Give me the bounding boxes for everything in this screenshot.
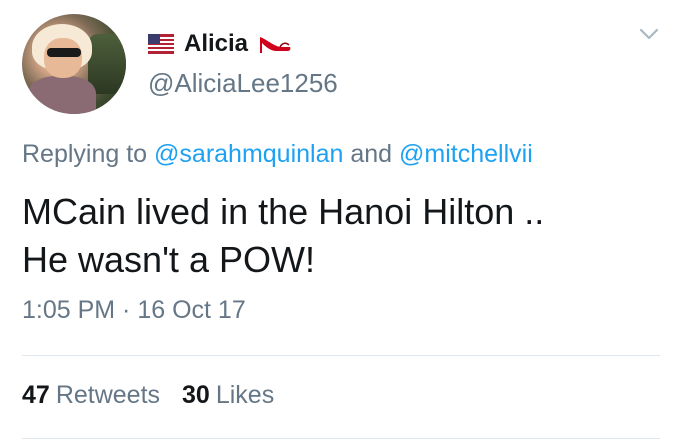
tweet-timestamp[interactable]: 1:05 PM · 16 Oct 17 <box>22 296 246 325</box>
avatar-sunglasses <box>47 48 81 57</box>
high-heel-icon <box>260 37 291 53</box>
avatar-shirt <box>28 76 96 114</box>
retweets-stat[interactable]: 47 Retweets <box>22 381 160 410</box>
mention-mitchellvii[interactable]: @mitchellvii <box>399 140 533 168</box>
retweets-count: 47 <box>22 381 50 409</box>
chevron-down-icon[interactable] <box>638 26 660 42</box>
avatar[interactable] <box>22 14 126 114</box>
replying-to-joiner: and <box>343 140 400 168</box>
us-flag-icon <box>148 34 174 54</box>
likes-count: 30 <box>182 381 210 409</box>
divider-bottom <box>22 438 660 439</box>
likes-stat[interactable]: 30 Likes <box>182 381 274 410</box>
tweet-card: Alicia @AliciaLee1256 Replying to @sarah… <box>0 0 680 443</box>
replying-to-line: Replying to @sarahmquinlan and @mitchell… <box>22 140 533 169</box>
display-name[interactable]: Alicia <box>184 30 248 58</box>
tweet-text: MCain lived in the Hanoi Hilton .. He wa… <box>22 188 662 284</box>
tweet-text-line-2: He wasn't a POW! <box>22 239 315 280</box>
engagement-stats: 47 Retweets 30 Likes <box>22 381 274 410</box>
avatar-background <box>88 34 126 94</box>
mention-sarahmquinlan[interactable]: @sarahmquinlan <box>154 140 343 168</box>
user-handle[interactable]: @AliciaLee1256 <box>148 68 338 99</box>
likes-label: Likes <box>215 381 275 409</box>
retweets-label: Retweets <box>55 381 161 409</box>
user-name-row[interactable]: Alicia <box>148 30 292 58</box>
replying-to-prefix: Replying to <box>22 140 155 168</box>
divider-top <box>22 355 660 356</box>
tweet-text-line-1: MCain lived in the Hanoi Hilton .. <box>22 191 545 232</box>
avatar-face <box>44 38 82 78</box>
